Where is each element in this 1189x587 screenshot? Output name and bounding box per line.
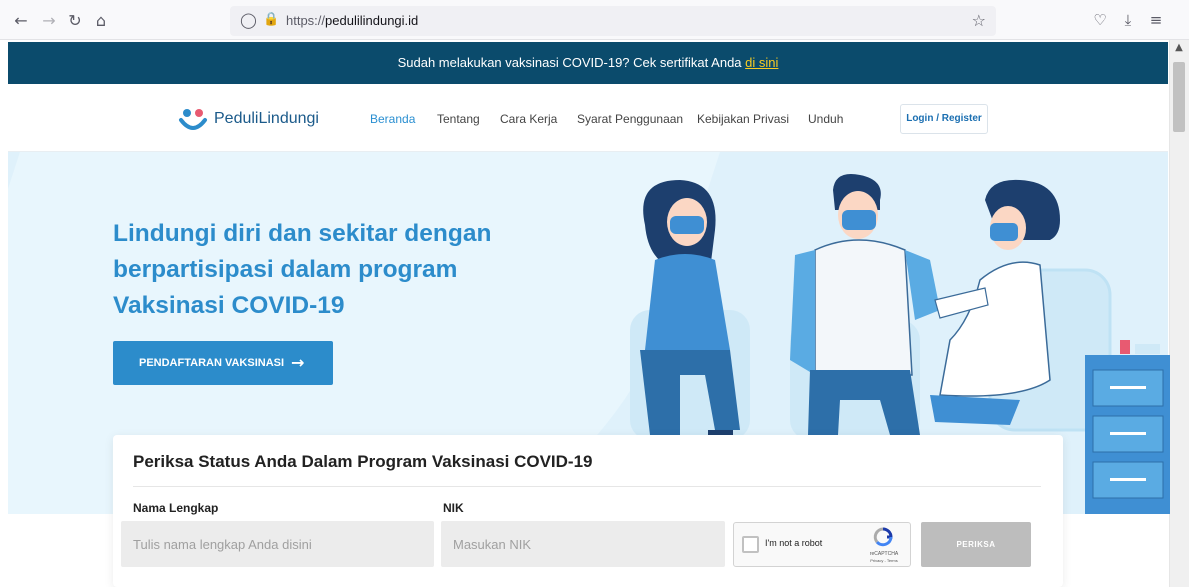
shield-icon[interactable]: ◯: [240, 12, 257, 28]
hero-title: Lindungi diri dan sekitar dengan berpart…: [113, 216, 533, 324]
full-name-label: Nama Lengkap: [133, 501, 219, 515]
full-name-input[interactable]: [121, 521, 434, 567]
recaptcha-icon: [873, 527, 893, 547]
vaccination-registration-button[interactable]: PENDAFTARAN VAKSINASI →: [113, 341, 333, 385]
logo-icon: [179, 109, 207, 130]
url-text[interactable]: https://pedulilindungi.id: [286, 13, 418, 28]
recaptcha-widget: I'm not a robot reCAPTCHA Privacy - Term…: [733, 522, 911, 567]
status-check-title: Periksa Status Anda Dalam Program Vaksin…: [133, 452, 593, 471]
announcement-bar: Sudah melakukan vaksinasi COVID-19? Cek …: [8, 42, 1168, 84]
nav-unduh[interactable]: Unduh: [808, 112, 843, 126]
nik-label: NIK: [443, 501, 464, 515]
hero-title-line: Lindungi diri dan sekitar dengan: [113, 220, 492, 247]
recaptcha-checkbox[interactable]: [742, 536, 759, 553]
nav-kebijakan-privasi[interactable]: Kebijakan Privasi: [697, 112, 789, 126]
arrow-left-icon[interactable]: ←: [10, 10, 32, 32]
hero-title-line: berpartisipasi dalam program: [113, 256, 458, 283]
scrollbar-thumb[interactable]: [1173, 62, 1185, 132]
hamburger-menu-icon[interactable]: ≡: [1146, 10, 1166, 30]
hero-title-line: Vaksinasi COVID-19: [113, 292, 345, 319]
login-register-button[interactable]: Login / Register: [900, 104, 988, 134]
nav-beranda[interactable]: Beranda: [370, 112, 415, 126]
reload-icon[interactable]: ↻: [64, 10, 86, 32]
star-icon[interactable]: ☆: [972, 11, 986, 30]
nav-cara-kerja[interactable]: Cara Kerja: [500, 112, 557, 126]
scroll-up-icon[interactable]: ▲: [1172, 42, 1186, 54]
logo-text: PeduliLindungi: [214, 110, 319, 127]
nav-tentang[interactable]: Tentang: [437, 112, 480, 126]
home-icon[interactable]: ⌂: [90, 10, 112, 32]
cta-label: PENDAFTARAN VAKSINASI: [139, 357, 285, 369]
download-icon[interactable]: ⤓: [1118, 10, 1138, 30]
card-divider: [133, 486, 1041, 487]
pocket-icon[interactable]: ♡: [1090, 10, 1110, 30]
lock-icon[interactable]: 🔒: [263, 12, 279, 28]
announcement-text: Sudah melakukan vaksinasi COVID-19? Cek …: [397, 55, 742, 70]
certificate-link[interactable]: di sini: [745, 55, 778, 70]
arrow-right-icon[interactable]: →: [38, 10, 60, 32]
recaptcha-label: I'm not a robot: [765, 538, 823, 548]
recaptcha-terms[interactable]: Privacy - Terms: [866, 558, 902, 563]
nav-syarat-penggunaan[interactable]: Syarat Penggunaan: [577, 112, 683, 126]
recaptcha-brand: reCAPTCHA: [869, 551, 899, 557]
check-status-button[interactable]: PERIKSA: [921, 522, 1031, 567]
address-bar[interactable]: ◯ 🔒 https://pedulilindungi.id ☆: [230, 6, 996, 36]
arrow-right-icon: →: [291, 353, 305, 372]
nik-input[interactable]: [441, 521, 725, 567]
